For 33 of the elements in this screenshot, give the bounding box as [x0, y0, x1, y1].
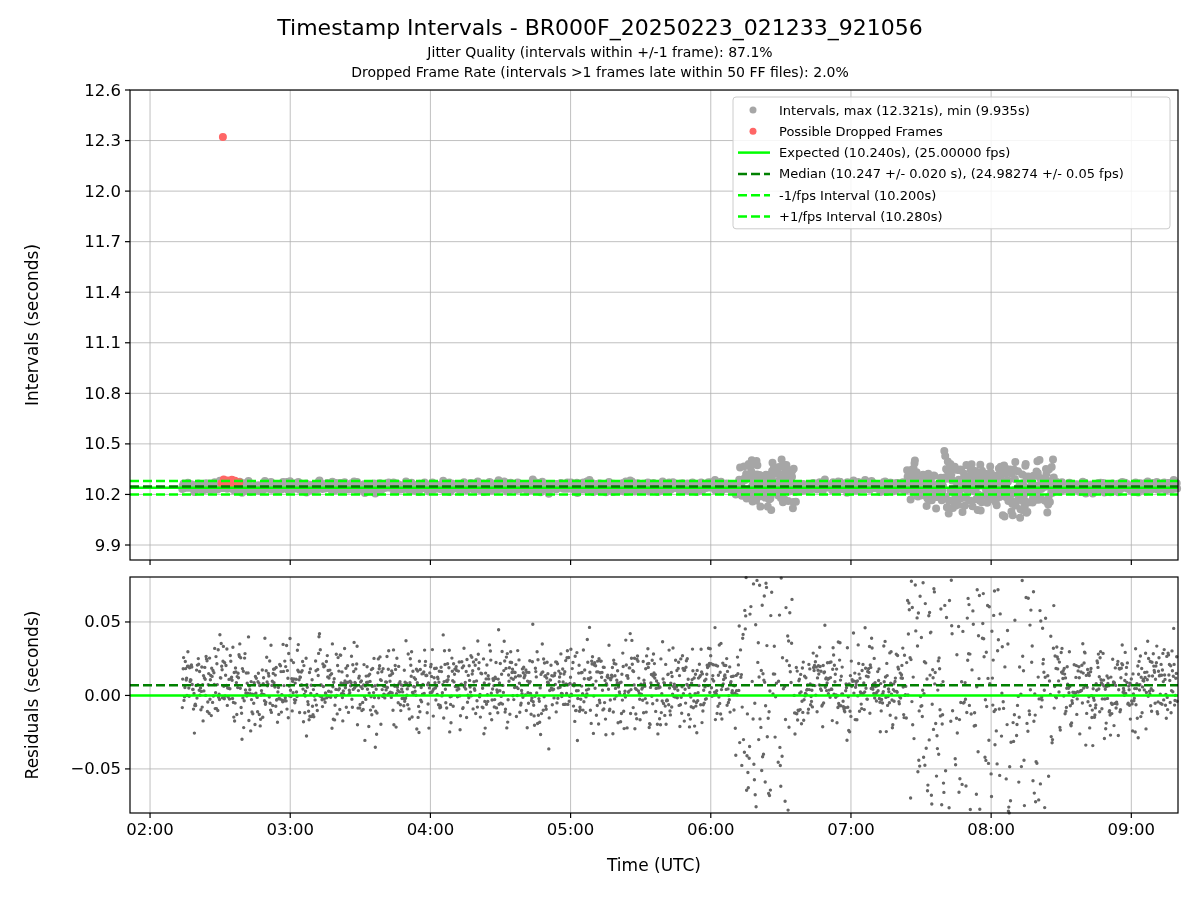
legend-label: Expected (10.240s), (25.00000 fps)	[779, 145, 1011, 161]
legend-label: Possible Dropped Frames	[779, 123, 943, 139]
y-axis-label: Residuals (seconds)	[22, 610, 42, 780]
x-tick-label: 03:00	[266, 820, 314, 839]
y-tick-label: 12.3	[84, 131, 121, 151]
y-tick-label: 12.0	[84, 181, 121, 201]
x-tick-label: 09:00	[1107, 820, 1156, 839]
figure-subtitle: Dropped Frame Rate (intervals >1 frames late within 50 FF files): 2.0%	[351, 63, 849, 82]
y-tick-label: 9.9	[94, 535, 121, 555]
x-tick-label: 02:00	[126, 820, 174, 839]
y-tick-label: 0.00	[84, 685, 121, 705]
y-tick-label: 0.05	[84, 612, 121, 632]
figure-title: Timestamp Intervals - BR000F_20250223_021233_921056	[277, 14, 923, 42]
y-tick-label: 10.5	[84, 434, 121, 454]
y-tick-label: 12.6	[84, 80, 121, 100]
legend-label: +1/fps Interval (10.280s)	[779, 209, 943, 224]
x-tick-label: 06:00	[687, 820, 735, 839]
y-axis-label: Intervals (seconds)	[22, 243, 42, 407]
x-tick-label: 07:00	[827, 820, 875, 839]
legend-label: Median (10.247 +/- 0.020 s), (24.98274 +/- 0.05 fps)	[779, 166, 1124, 182]
y-tick-label: 11.4	[84, 282, 121, 302]
figure-subtitle: Jitter Quality (intervals within +/-1 frame): 87.1%	[427, 43, 773, 62]
x-tick-label: 05:00	[546, 820, 595, 839]
legend-label: -1/fps Interval (10.200s)	[779, 187, 937, 203]
x-axis-label: Time (UTC)	[607, 855, 701, 875]
x-tick-label: 04:00	[406, 820, 455, 839]
y-tick-label: 10.8	[84, 383, 121, 403]
y-tick-label: 11.7	[84, 232, 121, 252]
y-tick-label: 11.1	[84, 333, 121, 353]
legend-label: Intervals, max (12.321s), min (9.935s)	[779, 102, 1030, 118]
y-tick-label: 10.2	[84, 484, 121, 504]
y-tick-label: −0.05	[70, 759, 121, 779]
x-tick-label: 08:00	[967, 820, 1015, 839]
